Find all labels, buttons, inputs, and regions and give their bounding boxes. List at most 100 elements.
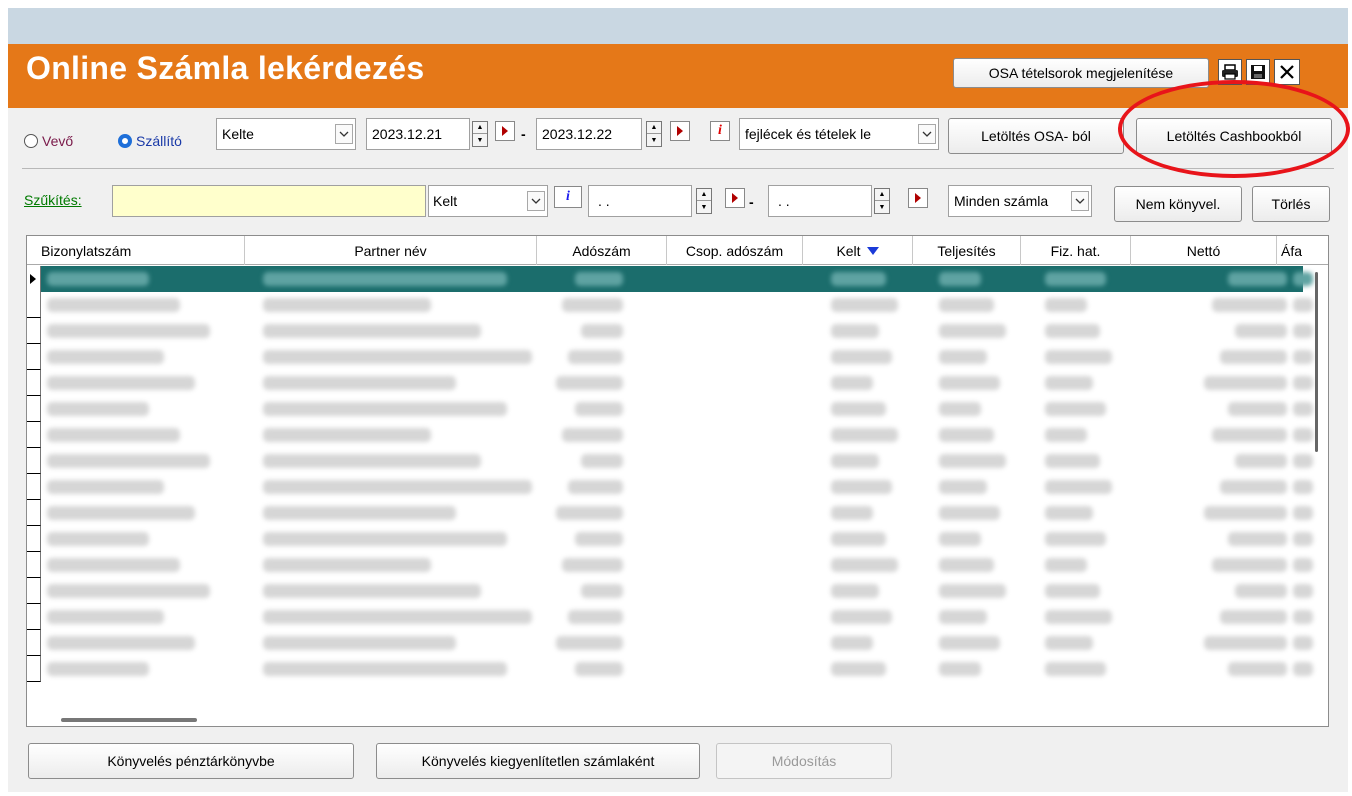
table-row[interactable]: [41, 604, 1313, 630]
column-header[interactable]: Nettó: [1131, 236, 1277, 265]
table-row[interactable]: [41, 292, 1313, 318]
redacted-cell: [1293, 324, 1313, 338]
not-booked-label: Nem könyvel.: [1135, 196, 1221, 212]
floppy-disk-icon[interactable]: [1246, 59, 1270, 85]
row-indicator: [27, 474, 41, 500]
redacted-cell: [562, 298, 623, 312]
date-to-next-icon[interactable]: [670, 121, 690, 141]
redacted-cell: [831, 428, 898, 442]
not-booked-button[interactable]: Nem könyvel.: [1114, 186, 1242, 222]
column-header[interactable]: Bizonylatszám: [27, 236, 245, 265]
redacted-cell: [1204, 376, 1287, 390]
date-range-dash: -: [521, 126, 526, 142]
radio-supplier[interactable]: Szállító: [118, 133, 182, 149]
redacted-cell: [831, 376, 873, 390]
table-row[interactable]: [41, 656, 1313, 682]
osa-lines-button[interactable]: OSA tételsorok megjelenítése: [953, 58, 1209, 88]
redacted-cell: [1045, 324, 1100, 338]
column-header-sorted[interactable]: Kelt: [803, 236, 913, 265]
column-header[interactable]: Áfa: [1277, 236, 1307, 265]
column-header-label: Fiz. hat.: [1050, 242, 1101, 259]
redacted-cell: [1045, 636, 1093, 650]
app-window: Online Számla lekérdezés OSA tételsorok …: [8, 8, 1348, 792]
download-osa-button[interactable]: Letöltés OSA- ból: [948, 118, 1124, 154]
book-unpaid-button[interactable]: Könyvelés kiegyenlítetlen számlaként: [376, 743, 700, 779]
redacted-cell: [263, 402, 507, 416]
table-row[interactable]: [41, 500, 1313, 526]
sort-desc-icon: [866, 246, 879, 255]
book-cashbook-button[interactable]: Könyvelés pénztárkönyvbe: [28, 743, 354, 779]
redacted-cell: [1235, 584, 1287, 598]
redacted-cell: [831, 584, 879, 598]
table-row[interactable]: [41, 552, 1313, 578]
table-row[interactable]: [41, 318, 1313, 344]
redacted-cell: [1293, 428, 1313, 442]
column-header[interactable]: Adószám: [537, 236, 667, 265]
table-row[interactable]: [41, 370, 1313, 396]
delete-button[interactable]: Törlés: [1252, 186, 1330, 222]
redacted-cell: [939, 662, 981, 676]
narrow-date-to-next-icon[interactable]: [908, 188, 928, 208]
radio-supplier-label: Szállító: [136, 133, 182, 149]
vertical-scrollbar[interactable]: [1315, 272, 1318, 452]
info-red-icon[interactable]: i: [710, 121, 730, 141]
row-indicator: [27, 630, 41, 656]
narrow-date-from-input[interactable]: . .: [588, 185, 692, 217]
table-row[interactable]: [41, 344, 1313, 370]
download-cashbook-button[interactable]: Letöltés Cashbookból: [1136, 118, 1332, 154]
narrow-input[interactable]: [112, 185, 426, 217]
date-type-select[interactable]: Kelte: [216, 118, 356, 150]
redacted-cell: [263, 298, 431, 312]
printer-icon[interactable]: [1218, 59, 1242, 85]
redacted-cell: [1212, 298, 1287, 312]
redacted-cell: [263, 558, 431, 572]
redacted-cell: [1045, 584, 1100, 598]
date-from-stepper[interactable]: ▲ ▼: [472, 121, 488, 147]
row-indicator: [27, 292, 41, 318]
redacted-cell: [47, 272, 149, 286]
close-icon[interactable]: [1274, 59, 1300, 85]
radio-buyer[interactable]: Vevő: [24, 133, 73, 149]
modify-button[interactable]: Módosítás: [716, 743, 892, 779]
narrow-field-select[interactable]: Kelt: [428, 185, 548, 217]
column-header[interactable]: Csop. adószám: [667, 236, 803, 265]
info-blue-icon[interactable]: i: [554, 186, 582, 208]
narrow-date-to-input[interactable]: . .: [768, 185, 872, 217]
column-header[interactable]: Fiz. hat.: [1021, 236, 1131, 265]
redacted-cell: [1204, 636, 1287, 650]
column-header[interactable]: Partner név: [245, 236, 537, 265]
horizontal-scrollbar[interactable]: [61, 718, 197, 722]
table-row[interactable]: [41, 396, 1313, 422]
table-row[interactable]: [41, 578, 1313, 604]
redacted-cell: [1228, 402, 1287, 416]
narrow-date-from-value: . .: [598, 193, 610, 209]
redacted-cell: [831, 350, 892, 364]
narrow-date-from-next-icon[interactable]: [725, 188, 745, 208]
content-select[interactable]: fejlécek és tételek le: [739, 118, 939, 150]
date-from-next-icon[interactable]: [495, 121, 515, 141]
narrow-field-value: Kelt: [433, 193, 458, 209]
date-to-input[interactable]: 2023.12.22: [536, 118, 642, 150]
column-header[interactable]: Teljesítés: [913, 236, 1021, 265]
redacted-cell: [939, 636, 1000, 650]
column-header-label: Csop. adószám: [685, 242, 784, 259]
date-to-stepper[interactable]: ▲ ▼: [646, 121, 662, 147]
table-row[interactable]: [41, 630, 1313, 656]
redacted-cell: [1293, 480, 1313, 494]
redacted-cell: [939, 324, 1006, 338]
table-row[interactable]: [41, 266, 1313, 292]
table-row[interactable]: [41, 422, 1313, 448]
narrow-date-to-stepper[interactable]: ▲ ▼: [874, 188, 890, 214]
invoice-filter-select[interactable]: Minden számla: [948, 185, 1092, 217]
invoice-table[interactable]: Bizonylatszám Partner név Adószám Csop. …: [26, 235, 1329, 727]
date-from-input[interactable]: 2023.12.21: [366, 118, 470, 150]
delete-label: Törlés: [1271, 196, 1311, 212]
table-row[interactable]: [41, 474, 1313, 500]
modify-label: Módosítás: [771, 753, 837, 769]
redacted-cell: [831, 272, 886, 286]
row-indicator: [27, 656, 41, 682]
narrow-date-from-stepper[interactable]: ▲ ▼: [696, 188, 712, 214]
redacted-cell: [831, 402, 886, 416]
table-row[interactable]: [41, 526, 1313, 552]
table-row[interactable]: [41, 448, 1313, 474]
